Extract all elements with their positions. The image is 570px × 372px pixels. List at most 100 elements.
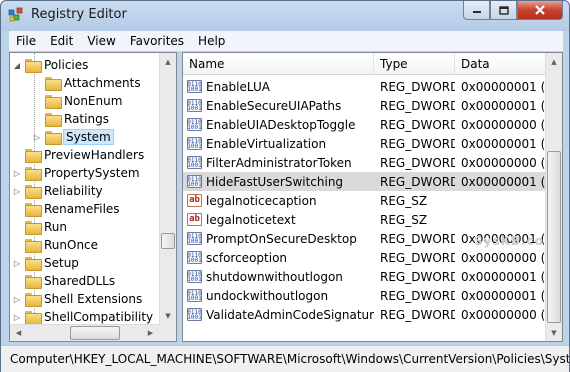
value-row[interactable]: 01101001 EnableLUA REG_DWORD 0x00000001 (1) — [183, 77, 546, 96]
value-name: shutdownwithoutlogon — [206, 269, 343, 284]
tree-item-setup[interactable]: ▷ Setup — [12, 254, 79, 272]
column-header-name[interactable]: Name — [183, 53, 374, 75]
list-header: Name Type Data — [183, 53, 546, 75]
tree-vertical-scrollbar[interactable]: ▲ ▼ — [159, 53, 176, 324]
tree-vscroll-thumb[interactable] — [161, 233, 175, 249]
value-row[interactable]: 0110 1001 shutdownwithoutlogon REG_DWORD 0x0… — [183, 267, 546, 286]
value-type: REG_DWORD — [380, 288, 455, 303]
binary-value-icon: 0110 1001 — [187, 156, 202, 169]
value-row[interactable]: 0110 1001 EnableVirtualization REG_DWORD 0x0… — [183, 134, 546, 153]
binary-value-icon: 0110 1001 — [187, 137, 202, 150]
minimize-button[interactable] — [463, 1, 490, 20]
registry-values-list[interactable]: Name Type Data 0110 1001 EnableLUA REG_DWOR… — [182, 52, 563, 342]
menu-file[interactable]: File — [9, 34, 43, 48]
value-row[interactable]: 0110 1001 scforceoption REG_DWORD 0x00000000… — [183, 248, 546, 267]
maximize-icon — [498, 5, 509, 15]
value-row[interactable]: ab legalnoticetext REG_SZ — [183, 210, 546, 229]
tree-item-ratings[interactable]: Ratings — [32, 110, 109, 128]
value-name-cell: 0110 1001 EnableVirtualization — [183, 134, 374, 153]
menu-favorites[interactable]: Favorites — [123, 34, 191, 48]
value-type: REG_DWORD — [380, 79, 455, 94]
tree-item-shareddlls[interactable]: SharedDLLs — [12, 272, 115, 290]
tree-item-propertysystem[interactable]: ▷ PropertySystem — [12, 164, 140, 182]
folder-icon — [25, 275, 42, 289]
tree-item-attachments[interactable]: Attachments — [32, 74, 141, 92]
value-row[interactable]: 0110 1001 EnableUIADesktopToggle REG_DWORD 0… — [183, 115, 546, 134]
expand-arrow-icon[interactable]: ▷ — [12, 258, 22, 268]
close-button[interactable] — [517, 1, 563, 20]
binary-value-icon: 0110 1001 — [187, 289, 202, 302]
menu-view[interactable]: View — [80, 34, 122, 48]
value-row[interactable]: 0110 1001 EnableSecureUIAPaths REG_DWORD 0x0… — [183, 96, 546, 115]
scroll-up-icon[interactable]: ▲ — [160, 53, 176, 70]
value-row[interactable]: 0110 1001 undockwithoutlogon REG_DWORD 0x000… — [183, 286, 546, 305]
tree-item-previewhandlers[interactable]: PreviewHandlers — [12, 146, 144, 164]
folder-icon — [25, 221, 42, 235]
value-name-cell: 0110 1001 EnableUIADesktopToggle — [183, 115, 374, 134]
value-name: undockwithoutlogon — [206, 288, 329, 303]
expand-arrow-icon[interactable]: ▷ — [32, 132, 42, 142]
tree-item-policies[interactable]: ◢ Policies — [12, 56, 88, 74]
status-bar: Computer\HKEY_LOCAL_MACHINE\SOFTWARE\Mic… — [1, 345, 569, 372]
value-name-cell: 0110 1001 shutdownwithoutlogon — [183, 267, 374, 286]
tree-item-label: Policies — [44, 58, 89, 72]
value-type: REG_DWORD — [380, 117, 455, 132]
list-vscroll-thumb[interactable] — [547, 151, 561, 323]
scroll-left-icon[interactable]: ◀ — [10, 325, 27, 341]
value-row[interactable]: ab legalnoticecaption REG_SZ — [183, 191, 546, 210]
expand-arrow-icon[interactable]: ▷ — [12, 312, 22, 322]
value-data: 0x00000000 (0) — [461, 155, 546, 170]
tree-hscroll-thumb[interactable] — [70, 326, 120, 340]
collapse-arrow-icon[interactable]: ◢ — [12, 60, 22, 70]
value-data: 0x00000000 (0) — [461, 307, 546, 322]
folder-icon — [45, 95, 62, 109]
value-data: 0x00000001 (1) — [461, 79, 546, 94]
value-row[interactable]: 0110 1001 HideFastUserSwitching REG_DWORD 0x… — [183, 172, 546, 191]
scroll-down-icon[interactable]: ▼ — [546, 324, 562, 341]
binary-value-icon: 0110 1001 — [187, 99, 202, 112]
expand-arrow-icon[interactable]: ▷ — [12, 168, 22, 178]
scroll-right-icon[interactable]: ▶ — [142, 325, 159, 341]
value-data: 0x00000001 (1) — [461, 174, 546, 189]
value-name: EnableUIADesktopToggle — [206, 117, 356, 132]
folder-icon — [45, 77, 62, 91]
menu-edit[interactable]: Edit — [43, 34, 80, 48]
tree-horizontal-scrollbar[interactable]: ◀ ▶ — [10, 324, 159, 341]
scroll-up-icon[interactable]: ▲ — [546, 53, 562, 70]
tree-item-run[interactable]: Run — [12, 218, 67, 236]
tree-item-renamefiles[interactable]: RenameFiles — [12, 200, 120, 218]
tree-item-shell-extensions[interactable]: ▷ Shell Extensions — [12, 290, 142, 308]
binary-value-icon: 0110 1001 — [187, 175, 202, 188]
folder-icon — [25, 167, 42, 181]
list-vertical-scrollbar[interactable]: ▲ ▼ — [545, 53, 562, 341]
binary-value-icon: 0110 1001 — [187, 308, 202, 321]
column-header-data[interactable]: Data — [455, 53, 546, 75]
column-header-type[interactable]: Type — [374, 53, 455, 75]
value-row[interactable]: 0110 1001 FilterAdministratorToken REG_DWOR… — [183, 153, 546, 172]
tree-item-nonenum[interactable]: NonEnum — [32, 92, 122, 110]
title-bar[interactable]: Registry Editor — [1, 1, 569, 31]
value-data: 0x00000001 (1) — [461, 98, 546, 113]
menu-help[interactable]: Help — [191, 34, 232, 48]
value-name-cell: 0110 1001 HideFastUserSwitching — [183, 172, 374, 191]
registry-key-tree[interactable]: ◢ Policies Attachments NonEnum Ratings ▷ Syste… — [9, 52, 177, 342]
tree-item-label: Ratings — [64, 112, 109, 126]
tree-item-system[interactable]: ▷ System — [32, 128, 114, 146]
value-name: EnableSecureUIAPaths — [206, 98, 342, 113]
value-type: REG_DWORD — [380, 307, 455, 322]
expand-arrow-icon[interactable]: ▷ — [12, 186, 22, 196]
tree-item-label: Attachments — [64, 76, 141, 90]
value-name-cell: 0110 1001 EnableSecureUIAPaths — [183, 96, 374, 115]
expand-arrow-icon[interactable]: ▷ — [12, 294, 22, 304]
scroll-down-icon[interactable]: ▼ — [160, 307, 176, 324]
value-row[interactable]: 0110 1001 ValidateAdminCodeSignatures REG_D… — [183, 305, 546, 324]
string-value-icon: ab — [187, 194, 202, 207]
tree-item-runonce[interactable]: RunOnce — [12, 236, 98, 254]
tree-item-reliability[interactable]: ▷ Reliability — [12, 182, 103, 200]
maximize-button[interactable] — [490, 1, 517, 20]
value-type: REG_DWORD — [380, 269, 455, 284]
